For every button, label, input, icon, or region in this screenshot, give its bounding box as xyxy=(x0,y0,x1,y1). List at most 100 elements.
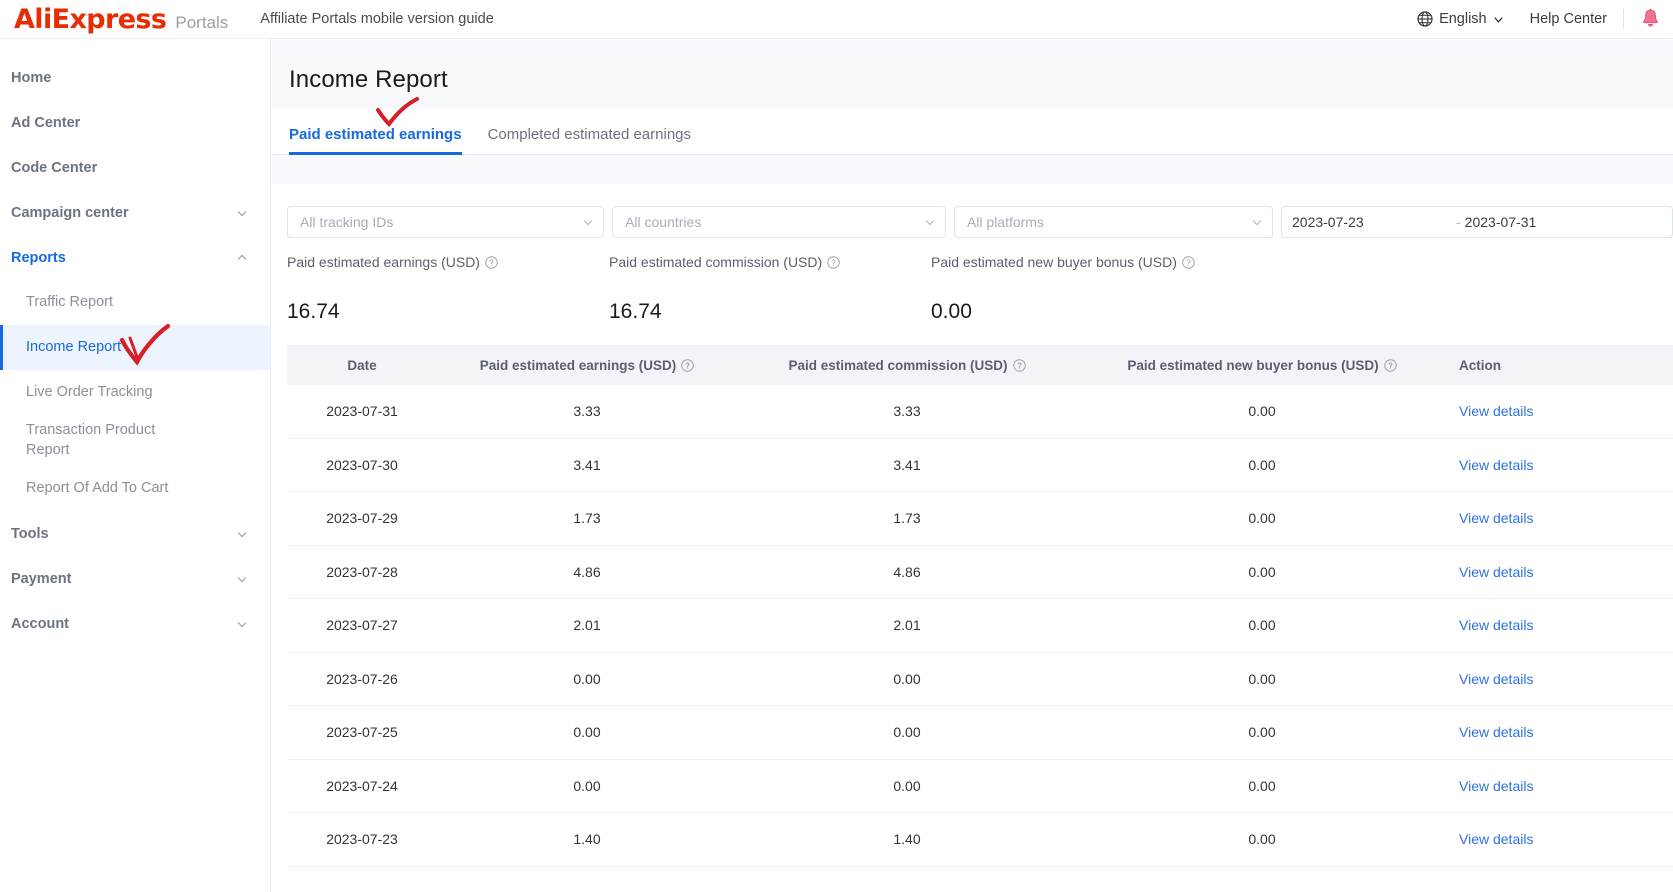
cell-action: View details xyxy=(1447,831,1647,847)
view-details-link[interactable]: View details xyxy=(1459,724,1533,740)
cell-new-buyer-bonus: 0.00 xyxy=(1248,456,1276,473)
cell-commission: 1.40 xyxy=(893,831,921,848)
stat-value: 16.74 xyxy=(609,300,662,323)
mobile-guide-link[interactable]: Affiliate Portals mobile version guide xyxy=(260,11,493,27)
sidebar-item-campaign-center[interactable]: Campaign center xyxy=(0,190,270,235)
sidebar-item-income-report[interactable]: Income Report xyxy=(0,325,270,370)
chevron-down-icon xyxy=(925,220,935,226)
cell-new-buyer-bonus: 0.00 xyxy=(1248,403,1276,420)
view-details-link[interactable]: View details xyxy=(1459,564,1533,580)
sidebar-item-report-of-add-to-cart[interactable]: Report Of Add To Cart xyxy=(0,466,270,511)
cell-new-buyer-bonus: 0.00 xyxy=(1248,670,1276,687)
cell-action: View details xyxy=(1447,510,1647,526)
sidebar-item-label: Tools xyxy=(11,525,49,542)
svg-text:?: ? xyxy=(831,258,836,267)
header-divider xyxy=(1623,9,1624,29)
sidebar-item-label: Live Order Tracking xyxy=(26,383,153,400)
table-header-row: Date Paid estimated earnings (USD) ? Pai… xyxy=(287,345,1673,385)
table-row: 2023-07-30 3.41 3.41 0.00 View details xyxy=(287,439,1673,492)
tracking-ids-select[interactable]: All tracking IDs xyxy=(287,206,605,238)
view-details-link[interactable]: View details xyxy=(1459,671,1533,687)
help-icon[interactable]: ? xyxy=(485,255,498,269)
language-label: English xyxy=(1439,11,1487,27)
column-header-label: Paid estimated commission (USD) xyxy=(788,357,1008,373)
cell-action: View details xyxy=(1447,778,1647,794)
sidebar-item-reports[interactable]: Reports xyxy=(0,235,270,280)
cell-earnings: 4.86 xyxy=(573,563,601,580)
help-icon[interactable]: ? xyxy=(827,255,840,269)
stat-value: 16.74 xyxy=(287,300,340,323)
sidebar-item-label: Traffic Report xyxy=(26,293,114,310)
cell-new-buyer-bonus: 0.00 xyxy=(1248,831,1276,848)
sidebar-item-label: Home xyxy=(11,69,52,86)
sidebar-item-ad-center[interactable]: Ad Center xyxy=(0,100,270,145)
svg-text:?: ? xyxy=(1186,258,1191,267)
top-header-bar: AliExpress Portals Affiliate Portals mob… xyxy=(0,0,1673,39)
cell-date: 2023-07-31 xyxy=(326,403,398,420)
help-center-link[interactable]: Help Center xyxy=(1530,11,1607,27)
table-body: 2023-07-31 3.33 3.33 0.00 View details 2023-0… xyxy=(287,385,1673,867)
brand-logo[interactable]: AliExpress Portals xyxy=(0,6,228,33)
cell-new-buyer-bonus: 0.00 xyxy=(1248,724,1276,741)
tab-paid-estimated-earnings[interactable]: Paid estimated earnings xyxy=(289,126,462,155)
countries-select[interactable]: All countries xyxy=(612,206,946,238)
cell-action: View details xyxy=(1447,457,1647,473)
svg-text:?: ? xyxy=(1388,361,1393,370)
cell-commission: 0.00 xyxy=(893,777,921,794)
help-icon[interactable]: ? xyxy=(1383,358,1397,372)
stat-paid-estimated-commission: Paid estimated commission (USD) ? 16.74 xyxy=(609,254,931,324)
view-details-link[interactable]: View details xyxy=(1459,457,1533,473)
platforms-select[interactable]: All platforms xyxy=(953,206,1273,238)
cell-earnings: 2.01 xyxy=(573,617,601,634)
cell-date: 2023-07-30 xyxy=(326,456,398,473)
cell-action: View details xyxy=(1447,617,1647,633)
stat-label: Paid estimated new buyer bonus (USD) ? xyxy=(931,254,1253,270)
view-details-link[interactable]: View details xyxy=(1459,403,1533,419)
app-root: AliExpress Portals Affiliate Portals mob… xyxy=(0,0,1673,892)
help-icon[interactable]: ? xyxy=(1182,255,1195,269)
column-header-earnings: Paid estimated earnings (USD) ? xyxy=(437,358,737,373)
date-range-picker[interactable]: 2023-07-23 - 2023-07-31 xyxy=(1281,206,1673,238)
sidebar-item-home[interactable]: Home xyxy=(0,55,270,100)
countries-value: All countries xyxy=(625,214,702,230)
view-details-link[interactable]: View details xyxy=(1459,778,1533,794)
stat-label-text: Paid estimated commission (USD) xyxy=(609,254,823,270)
tab-completed-estimated-earnings[interactable]: Completed estimated earnings xyxy=(488,126,691,154)
aliexpress-logo-text: AliExpress xyxy=(14,3,167,35)
stat-paid-estimated-new-buyer-bonus: Paid estimated new buyer bonus (USD) ? 0… xyxy=(931,254,1253,324)
view-details-link[interactable]: View details xyxy=(1459,617,1533,633)
sidebar-item-live-order-tracking[interactable]: Live Order Tracking xyxy=(0,370,270,415)
sidebar-item-code-center[interactable]: Code Center xyxy=(0,145,270,190)
view-details-link[interactable]: View details xyxy=(1459,831,1533,847)
stat-paid-estimated-earnings: Paid estimated earnings (USD) ? 16.74 xyxy=(287,254,609,324)
help-icon[interactable]: ? xyxy=(1012,358,1026,372)
view-details-link[interactable]: View details xyxy=(1459,510,1533,526)
cell-date: 2023-07-23 xyxy=(326,831,398,848)
cell-new-buyer-bonus: 0.00 xyxy=(1248,617,1276,634)
sidebar-item-account[interactable]: Account xyxy=(0,601,270,646)
tab-label: Paid estimated earnings xyxy=(289,126,462,143)
table-row: 2023-07-31 3.33 3.33 0.00 View details xyxy=(287,385,1673,439)
chevron-down-icon xyxy=(237,531,247,537)
column-header-new-buyer-bonus: Paid estimated new buyer bonus (USD) ? xyxy=(1077,358,1447,373)
date-range-start: 2023-07-23 xyxy=(1292,214,1364,230)
report-panel: All tracking IDs All countries All platf… xyxy=(271,184,1673,892)
sidebar-item-payment[interactable]: Payment xyxy=(0,556,270,601)
bell-icon[interactable] xyxy=(1640,8,1661,30)
cell-earnings: 1.40 xyxy=(573,831,601,848)
cell-commission: 0.00 xyxy=(893,670,921,687)
sidebar-item-tools[interactable]: Tools xyxy=(0,511,270,556)
cell-commission: 3.41 xyxy=(893,456,921,473)
language-selector[interactable]: English xyxy=(1417,11,1504,27)
chevron-up-icon xyxy=(237,254,247,260)
sidebar-item-label: Reports xyxy=(11,249,66,266)
help-icon[interactable]: ? xyxy=(681,358,695,372)
chevron-down-icon xyxy=(1252,220,1262,226)
stat-value: 0.00 xyxy=(931,300,972,323)
sidebar-item-label: Campaign center xyxy=(11,204,129,221)
cell-earnings: 0.00 xyxy=(573,724,601,741)
sidebar-item-traffic-report[interactable]: Traffic Report xyxy=(0,280,270,325)
cell-commission: 4.86 xyxy=(893,563,921,580)
cell-date: 2023-07-26 xyxy=(326,670,398,687)
sidebar-item-transaction-product-report[interactable]: Transaction Product Report xyxy=(0,415,270,466)
